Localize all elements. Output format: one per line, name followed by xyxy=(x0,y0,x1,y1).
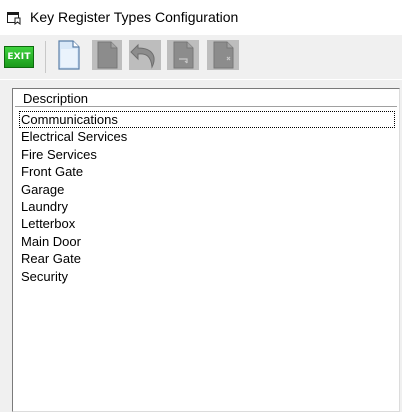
import-button[interactable] xyxy=(166,39,200,76)
save-button[interactable] xyxy=(90,39,124,76)
delete-button[interactable] xyxy=(206,39,240,76)
list-item[interactable]: Laundry xyxy=(19,198,395,215)
list-item[interactable]: Security xyxy=(19,268,395,285)
toolbar-separator xyxy=(45,41,46,73)
exit-button[interactable]: EXIT xyxy=(4,41,34,73)
document-import-icon xyxy=(166,39,200,76)
list-item[interactable]: Garage xyxy=(19,181,395,198)
list-item[interactable]: Main Door xyxy=(19,233,395,250)
list-item[interactable]: Fire Services xyxy=(19,146,395,163)
title-bar: Key Register Types Configuration xyxy=(0,0,402,34)
form-window-icon xyxy=(6,9,22,25)
exit-icon: EXIT xyxy=(4,46,34,68)
undo-button[interactable] xyxy=(128,39,162,76)
key-register-types-list[interactable]: Description Communications Electrical Se… xyxy=(12,88,400,412)
key-register-types-window: Key Register Types Configuration EXIT De… xyxy=(0,0,402,412)
new-record-button[interactable] xyxy=(52,39,86,75)
blank-document-icon xyxy=(56,39,82,75)
toolbar: EXIT xyxy=(0,35,402,79)
column-header-label: Description xyxy=(23,91,89,106)
save-document-icon xyxy=(91,39,123,76)
window-title: Key Register Types Configuration xyxy=(30,9,239,25)
list-rows: Communications Electrical Services Fire … xyxy=(19,111,395,285)
list-item[interactable]: Rear Gate xyxy=(19,250,395,267)
list-item[interactable]: Communications xyxy=(19,111,395,129)
list-item[interactable]: Electrical Services xyxy=(19,128,395,145)
list-item[interactable]: Front Gate xyxy=(19,163,395,180)
list-item[interactable]: Letterbox xyxy=(19,215,395,232)
document-delete-icon xyxy=(206,39,240,76)
column-header-description[interactable]: Description xyxy=(15,91,397,107)
undo-arrow-icon xyxy=(128,39,162,76)
